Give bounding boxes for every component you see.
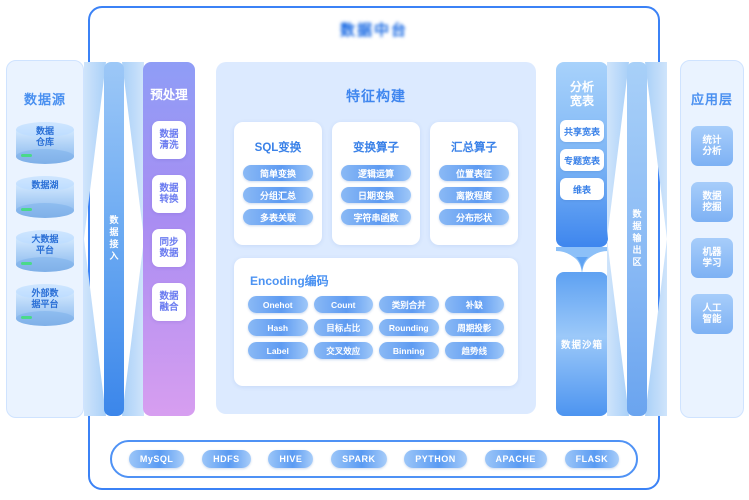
application-layer-panel: 应用层 统计 分析数据 挖掘机器 学习人工 智能 <box>680 60 744 418</box>
application-layer-item[interactable]: 统计 分析 <box>691 126 733 166</box>
preprocess-item[interactable]: 数据 融合 <box>152 283 186 321</box>
data-source-item[interactable]: 外部数 据平台 <box>16 284 74 326</box>
encoding-pill-grid: Onehot Count 类别合并 补缺 Hash 目标占比 Rounding 周期投影 Lab… <box>248 296 504 359</box>
operator-pill[interactable]: 日期变换 <box>341 187 411 203</box>
tech-stack-bar: MySQL HDFS HIVE SPARK PYTHON APACHE FLASK <box>110 440 638 478</box>
analysis-wide-table-title: 分析 宽表 <box>569 80 594 108</box>
tech-stack-pill[interactable]: HDFS <box>202 450 251 468</box>
operator-pill[interactable]: 简单变换 <box>243 165 313 181</box>
application-layer-item[interactable]: 人工 智能 <box>691 294 733 334</box>
operator-card-title: SQL变换 <box>254 142 302 154</box>
data-source-item-label: 大数据 平台 <box>31 234 59 255</box>
operator-card-title: 汇总算子 <box>451 142 497 154</box>
tech-stack-pill[interactable]: MySQL <box>128 450 185 468</box>
preprocess-item[interactable]: 同步 数据 <box>152 229 186 267</box>
wide-table-item[interactable]: 专题宽表 <box>560 149 604 171</box>
operator-pill[interactable]: 多表关联 <box>243 209 313 225</box>
encoding-pill[interactable]: Label <box>248 342 308 359</box>
encoding-pill[interactable]: 交叉效应 <box>313 342 373 359</box>
data-output-ribbon: 数据输出区 <box>627 62 647 416</box>
data-intake-ribbon: 数据接入 <box>104 62 124 416</box>
tech-stack-pill[interactable]: HIVE <box>268 450 314 468</box>
tech-stack-pill[interactable]: FLASK <box>564 450 620 468</box>
status-led-icon <box>21 208 32 211</box>
encoding-pill[interactable]: Rounding <box>379 319 439 336</box>
data-source-item[interactable]: 大数据 平台 <box>16 230 74 272</box>
operator-pill-list: 简单变换分组汇总多表关联 <box>243 165 313 225</box>
operator-pill[interactable]: 分组汇总 <box>243 187 313 203</box>
encoding-card: Encoding编码 Onehot Count 类别合并 补缺 Hash 目标占比 Roun… <box>234 258 518 386</box>
data-intake-label: 数据接入 <box>108 215 119 263</box>
wide-table-item[interactable]: 维表 <box>560 178 604 200</box>
status-led-icon <box>21 154 32 157</box>
operator-pill-list: 逻辑运算日期变换字符串函数 <box>341 165 411 225</box>
data-source-title: 数据源 <box>23 92 66 107</box>
data-source-panel: 数据源 数据 仓库数据湖大数据 平台外部数 据平台 <box>6 60 84 418</box>
status-led-icon <box>21 316 32 319</box>
feature-operator-cards: SQL变换 简单变换 分组汇总 多表关联 变换算子 逻辑运算 日期变换 字符串函数 汇总算子 位置… <box>234 122 518 245</box>
application-layer-title: 应用层 <box>690 92 733 107</box>
preprocess-list: 数据 清洗数据 转换同步 数据数据 融合 <box>143 121 195 321</box>
encoding-pill[interactable]: 目标占比 <box>313 319 373 336</box>
tech-stack-pill[interactable]: APACHE <box>484 450 547 468</box>
tech-stack-pill[interactable]: PYTHON <box>404 450 467 468</box>
operator-card-title: 变换算子 <box>353 142 399 154</box>
operator-pill[interactable]: 离散程度 <box>439 187 509 203</box>
operator-pill[interactable]: 位置表征 <box>439 165 509 181</box>
platform-title: 数据中台 <box>339 22 408 39</box>
preprocess-item[interactable]: 数据 清洗 <box>152 121 186 159</box>
data-source-list: 数据 仓库数据湖大数据 平台外部数 据平台 <box>7 122 83 326</box>
data-output-label: 数据输出区 <box>631 209 642 269</box>
operator-card: 变换算子逻辑运算日期变换字符串函数 <box>332 122 420 245</box>
operator-pill[interactable]: 字符串函数 <box>341 209 411 225</box>
preprocess-panel: 预处理 数据 清洗数据 转换同步 数据数据 融合 <box>143 62 195 416</box>
status-led-icon <box>21 262 32 265</box>
operator-card: 汇总算子位置表征离散程度分布形状 <box>430 122 518 245</box>
analysis-wide-table-list: 共享宽表专题宽表维表 <box>556 120 608 200</box>
encoding-pill[interactable]: 周期投影 <box>444 319 504 336</box>
operator-card: SQL变换简单变换分组汇总多表关联 <box>234 122 322 245</box>
diagram-canvas: 数据中台 数据源 数据 仓库数据湖大数据 平台外部数 据平台 数据接入 预处理 数据清… <box>0 0 749 500</box>
preprocess-title: 预处理 <box>150 88 188 102</box>
encoding-pill[interactable]: Count <box>313 296 373 313</box>
data-source-item-label: 外部数 据平台 <box>31 288 59 309</box>
encoding-pill[interactable]: 类别合并 <box>379 296 439 313</box>
application-layer-item[interactable]: 数据 挖掘 <box>691 182 733 222</box>
preprocess-item[interactable]: 数据 转换 <box>152 175 186 213</box>
encoding-title: Encoding编码 <box>250 274 329 288</box>
encoding-pill[interactable]: 补缺 <box>444 296 504 313</box>
application-layer-item[interactable]: 机器 学习 <box>691 238 733 278</box>
encoding-pill[interactable]: Hash <box>248 319 308 336</box>
funnel-connector-icon <box>556 247 608 273</box>
analysis-wide-table-panel: 分析 宽表 共享宽表专题宽表维表 <box>556 62 608 247</box>
encoding-pill[interactable]: Binning <box>379 342 439 359</box>
data-sandbox-panel: 数据沙箱 <box>556 272 608 416</box>
data-source-item-label: 数据 仓库 <box>35 126 54 147</box>
wide-table-item[interactable]: 共享宽表 <box>560 120 604 142</box>
feature-construction-panel: 特征构建 SQL变换 简单变换 分组汇总 多表关联 变换算子 逻辑运算 日期变换 字符串函数汇… <box>216 62 536 414</box>
encoding-pill[interactable]: 趋势线 <box>444 342 504 359</box>
tech-stack-pill[interactable]: SPARK <box>331 450 387 468</box>
operator-pill[interactable]: 逻辑运算 <box>341 165 411 181</box>
data-source-item[interactable]: 数据 仓库 <box>16 122 74 164</box>
application-layer-list: 统计 分析数据 挖掘机器 学习人工 智能 <box>681 126 743 334</box>
operator-pill[interactable]: 分布形状 <box>439 209 509 225</box>
encoding-pill[interactable]: Onehot <box>248 296 308 313</box>
operator-pill-list: 位置表征离散程度分布形状 <box>439 165 509 225</box>
data-source-item-label: 数据湖 <box>31 180 59 190</box>
data-source-item[interactable]: 数据湖 <box>16 176 74 218</box>
data-sandbox-label: 数据沙箱 <box>560 340 603 351</box>
feature-construction-title: 特征构建 <box>346 88 406 104</box>
